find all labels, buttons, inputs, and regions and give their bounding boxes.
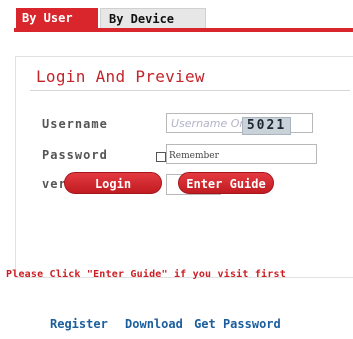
panel-title: Login And Preview	[36, 67, 205, 86]
enter-guide-button[interactable]: Enter Guide	[178, 172, 274, 194]
title-divider	[30, 90, 350, 91]
tab-underline	[14, 28, 353, 32]
captcha-image[interactable]: 5021	[242, 117, 291, 135]
login-button[interactable]: Login	[64, 172, 162, 194]
password-label: Password	[42, 148, 108, 162]
remember-checkbox[interactable]	[156, 152, 166, 162]
tab-bar: By User By Device	[14, 6, 353, 32]
remember-label: Remember	[169, 151, 219, 161]
tab-by-user[interactable]: By User	[16, 8, 98, 28]
register-link[interactable]: Register	[50, 317, 108, 331]
download-link[interactable]: Download	[125, 317, 183, 331]
username-label: Username	[42, 117, 108, 131]
get-password-link[interactable]: Get Password	[194, 317, 281, 331]
footer-links: Register Download Get Password	[50, 317, 281, 331]
login-panel: Login And Preview Username Password veri…	[15, 56, 353, 278]
first-visit-notice: Please Click "Enter Guide" if you visit …	[6, 269, 286, 280]
tab-by-device[interactable]: By Device	[100, 8, 206, 28]
